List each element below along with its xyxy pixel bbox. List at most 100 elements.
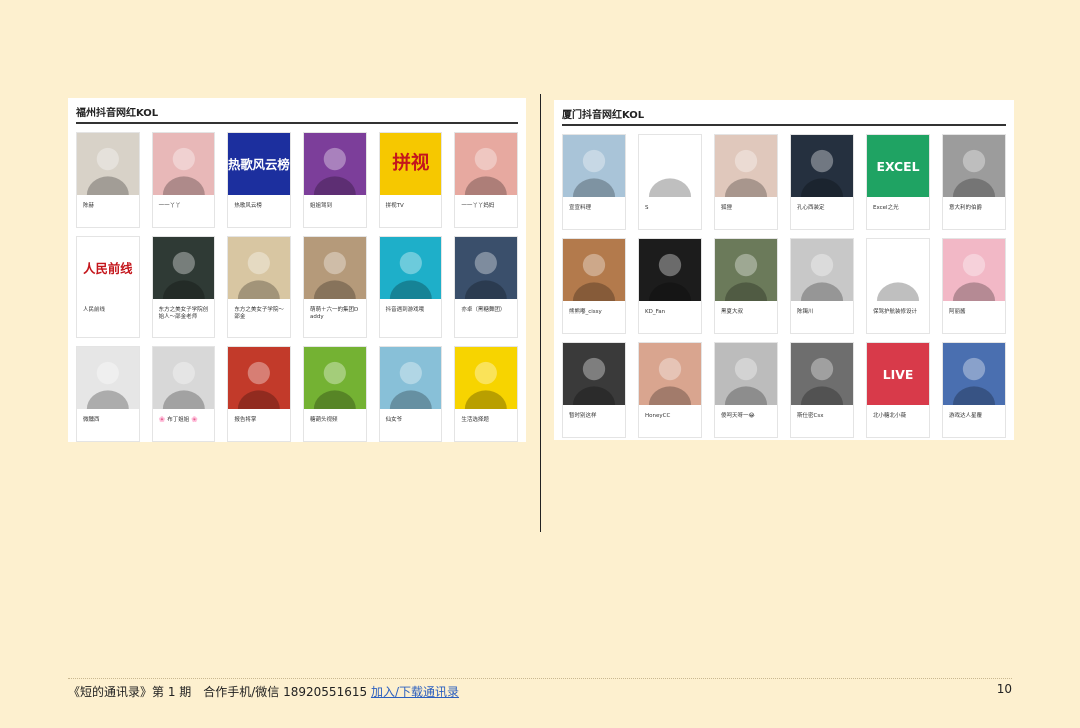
- kol-card[interactable]: 一一丫丫: [151, 132, 216, 228]
- kol-card[interactable]: 东方之美女子学院～邵金: [227, 236, 291, 338]
- kol-card[interactable]: 傻呵天呀一😂: [714, 342, 778, 438]
- kol-card[interactable]: 抖音遇到游戏哦: [378, 236, 443, 338]
- kol-name: 一一丫丫妈妈: [461, 203, 495, 209]
- kol-card[interactable]: 姐姐驾到: [303, 132, 367, 228]
- kol-card[interactable]: 暂时别这样: [562, 342, 626, 438]
- live-hero-icon: LIVE: [867, 343, 929, 405]
- portrait-body: [800, 386, 844, 405]
- kol-name: 黑夏大叔: [721, 309, 744, 315]
- kol-card[interactable]: 🌸 布丁姐姐 🌸: [151, 346, 216, 442]
- kol-card[interactable]: 糖葫头视频: [303, 346, 367, 442]
- kol-card[interactable]: 意大利的伯爵: [942, 134, 1006, 230]
- smiling-woman-icon: [639, 343, 701, 405]
- portrait-body: [389, 280, 432, 299]
- portrait-head: [582, 253, 606, 277]
- kol-card[interactable]: 微醺西: [76, 346, 140, 442]
- kol-name: 热歌风云榜: [234, 203, 262, 209]
- portrait-head: [734, 357, 758, 381]
- kol-card[interactable]: LIVE 北小糖北小薇: [866, 342, 930, 438]
- cartoon-boss-icon: [228, 347, 290, 409]
- cartoon-phone-icon: [304, 347, 366, 409]
- kol-name: 意大利的伯爵: [949, 205, 983, 211]
- portrait-body: [162, 176, 205, 195]
- portrait-body: [162, 280, 205, 299]
- kol-card[interactable]: 孔心西装定: [790, 134, 854, 230]
- kol-name: 姐姐驾到: [310, 203, 333, 209]
- kol-card[interactable]: 拼视 拼视TV: [378, 132, 443, 228]
- portrait-body: [648, 386, 692, 405]
- kol-name: 孔心西装定: [797, 205, 825, 211]
- portrait-body: [724, 178, 768, 197]
- kol-name: 报告将掌: [234, 417, 257, 423]
- kol-card[interactable]: KD_Fan: [638, 238, 702, 334]
- kol-card[interactable]: 陈镯川: [790, 238, 854, 334]
- portrait-body: [648, 282, 692, 301]
- fuzhou-kol-grid: 陈赫 一一丫丫 热歌风云榜 热歌风云榜姐姐驾到 拼视 拼视TV 一一丫丫妈妈人民前线 人民前线…: [76, 132, 518, 442]
- kol-card[interactable]: 人民前线 人民前线: [76, 236, 140, 338]
- kol-name: 傻呵天呀一😂: [721, 413, 755, 419]
- portrait-body: [800, 282, 844, 301]
- kol-card[interactable]: 报告将掌: [227, 346, 291, 442]
- portrait-head: [323, 361, 346, 385]
- kol-name: 宣宣料理: [569, 205, 592, 211]
- portrait-body: [86, 390, 129, 409]
- portrait-body: [572, 178, 616, 197]
- kol-card[interactable]: 仙女爷: [378, 346, 443, 442]
- kol-card[interactable]: 萌萌＋六一的集团Daddy: [303, 236, 367, 338]
- kol-card[interactable]: 狐狸: [714, 134, 778, 230]
- kol-name: 暂时别这样: [569, 413, 597, 419]
- kol-card[interactable]: 东方之美女子学院创始人～邵金老师: [151, 236, 216, 338]
- portrait-head: [582, 149, 606, 173]
- kol-card[interactable]: 黑夏大叔: [714, 238, 778, 334]
- portrait-head: [962, 149, 986, 173]
- logo-text: EXCEL: [876, 159, 919, 174]
- kol-name: 抖音遇到游戏哦: [385, 307, 425, 313]
- kol-card[interactable]: 陈赫: [76, 132, 140, 228]
- portrait-body: [648, 178, 692, 197]
- kol-name: 陈赫: [83, 203, 95, 209]
- girl-outdoor-icon: [379, 347, 442, 409]
- download-link[interactable]: 加入/下载通讯录: [371, 685, 459, 699]
- portrait-body: [313, 280, 356, 299]
- kol-card[interactable]: HoneyCC: [638, 342, 702, 438]
- xiamen-panel-title: 厦门抖音网红KOL: [562, 106, 1006, 126]
- portrait-head: [734, 253, 758, 277]
- girl-bear-hat-icon: [563, 239, 625, 301]
- kol-card[interactable]: 一一丫丫妈妈: [454, 132, 518, 228]
- man-capitol-icon: [563, 135, 625, 197]
- kol-card[interactable]: 熊熊嘟_cissy: [562, 238, 626, 334]
- kol-card[interactable]: 保驾护航装修设计: [866, 238, 930, 334]
- shadow-figure-icon: [77, 347, 139, 409]
- kol-card[interactable]: 热歌风云榜 热歌风云榜: [227, 132, 291, 228]
- kol-card[interactable]: 游戏达人星覆: [942, 342, 1006, 438]
- portrait-head: [475, 147, 498, 171]
- portrait-head: [172, 361, 195, 385]
- kol-name: 生活选择题: [461, 417, 489, 423]
- kol-card[interactable]: S: [638, 134, 702, 230]
- kol-card[interactable]: 斯仕密Csx: [790, 342, 854, 438]
- portrait-body: [952, 386, 996, 405]
- shield-logo-icon: [867, 239, 929, 301]
- boy-face-icon: [455, 237, 517, 299]
- kol-card[interactable]: 阿丽酱: [942, 238, 1006, 334]
- kol-card[interactable]: EXCEL Excel之光: [866, 134, 930, 230]
- portrait-body: [465, 176, 508, 195]
- kol-name: 狐狸: [721, 205, 733, 211]
- portrait-body: [313, 176, 356, 195]
- kol-name: 萌萌＋六一的集团Daddy: [310, 307, 359, 320]
- logo-text: 人民前线: [83, 261, 133, 276]
- page-number: 10: [996, 682, 1012, 696]
- kol-card[interactable]: 亦卓（黑糖舞团）: [454, 236, 518, 338]
- cartoon-queen-icon: [304, 133, 366, 195]
- kol-card[interactable]: 宣宣料理: [562, 134, 626, 230]
- portrait-head: [962, 253, 986, 277]
- woman-qipao-icon: [228, 237, 290, 299]
- pinshi-logo-icon: 拼视: [379, 133, 442, 195]
- portrait-body: [724, 282, 768, 301]
- portrait-head: [399, 251, 422, 275]
- kol-card[interactable]: 生活选择题: [454, 346, 518, 442]
- portrait-head: [475, 361, 498, 385]
- portrait-head: [248, 251, 271, 275]
- man-chain-icon: [791, 239, 853, 301]
- two-girls-photo-icon: [152, 133, 215, 195]
